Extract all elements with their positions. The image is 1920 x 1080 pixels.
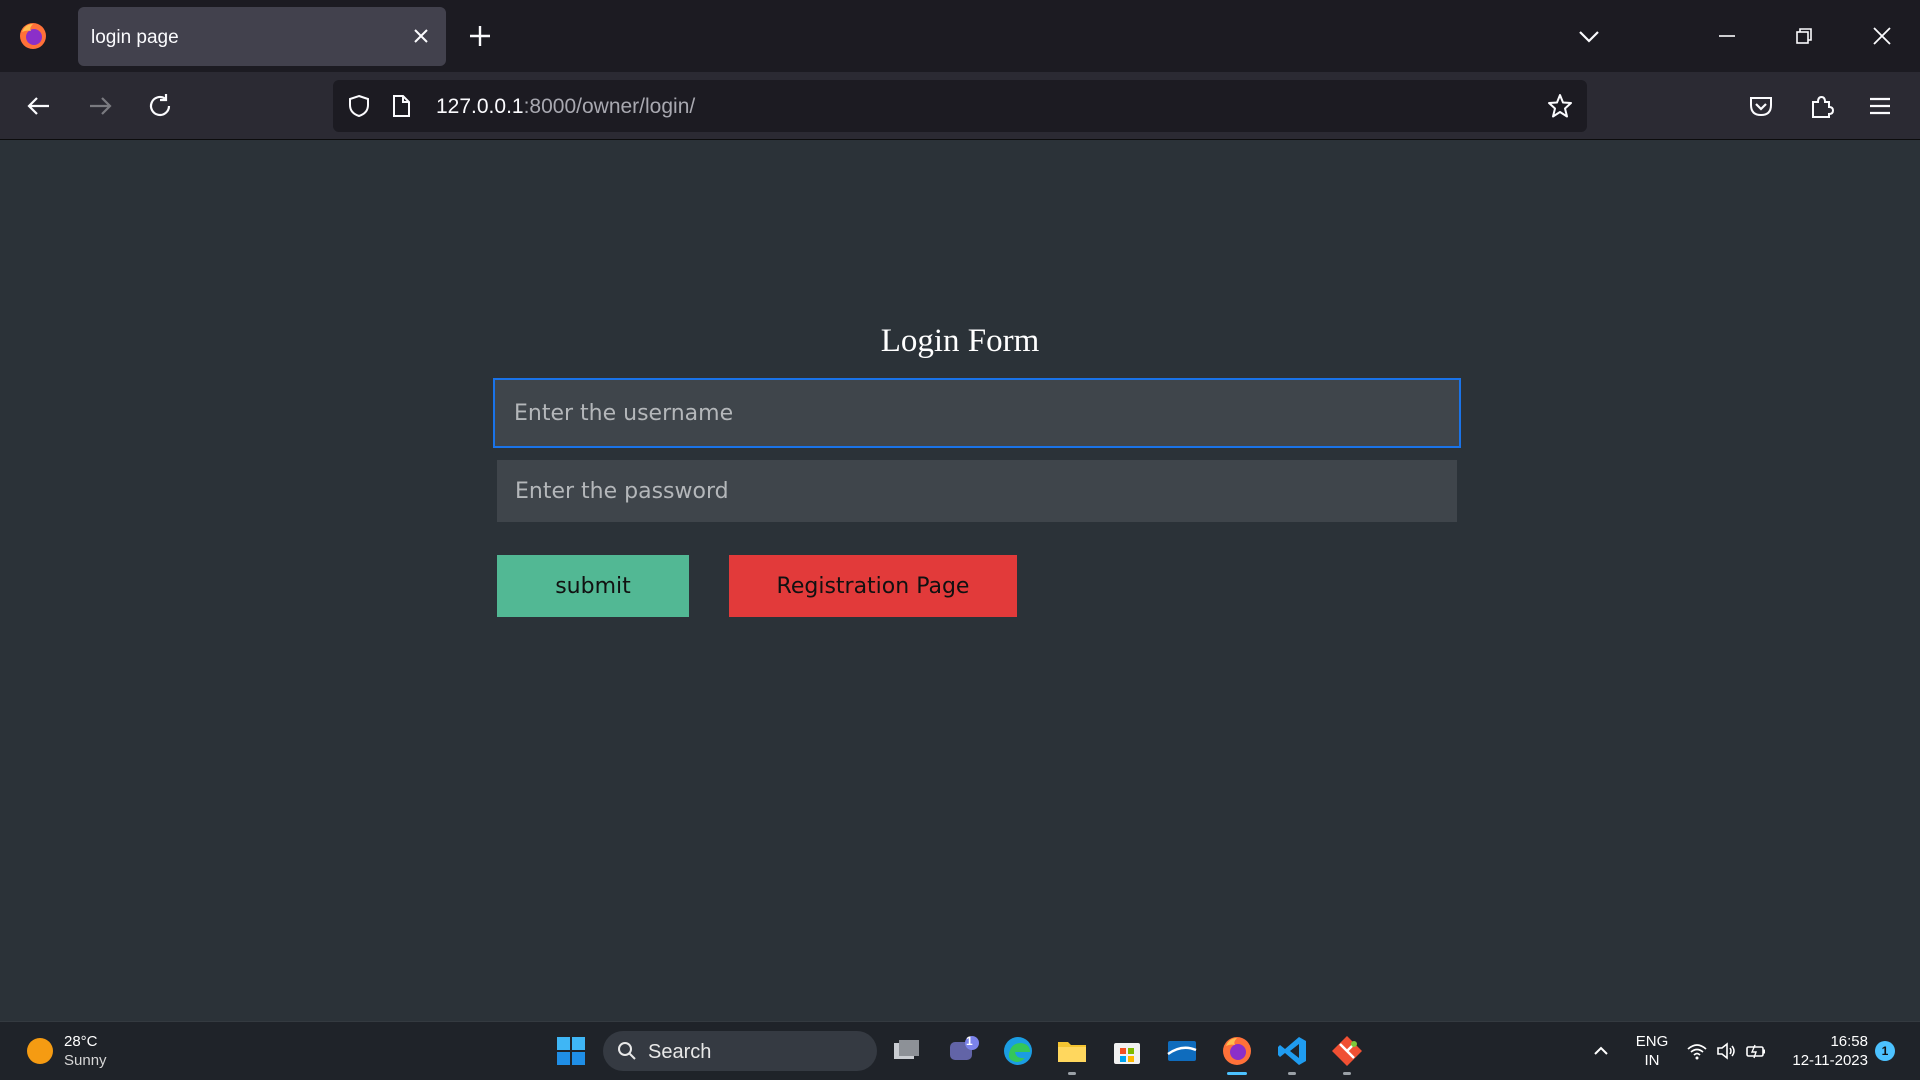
browser-navbar: 127.0.0.1:8000/owner/login/: [0, 72, 1920, 140]
firefox-taskbar-icon[interactable]: [1220, 1034, 1254, 1075]
teams-badge: 1: [966, 1034, 973, 1048]
tab-title: login page: [91, 27, 179, 48]
page-info-icon[interactable]: [389, 93, 413, 119]
system-clock[interactable]: 16:58 12-11-2023: [1780, 1032, 1868, 1070]
wifi-icon[interactable]: [1686, 1040, 1708, 1062]
file-explorer-icon[interactable]: [1055, 1034, 1089, 1075]
running-indicator: [1288, 1072, 1296, 1075]
edge-icon[interactable]: [1001, 1034, 1035, 1068]
git-gui-icon[interactable]: [1330, 1034, 1364, 1075]
show-hidden-icons-chevron-icon[interactable]: [1590, 1040, 1612, 1062]
forward-icon[interactable]: [85, 91, 115, 121]
mail-app-icon[interactable]: [1165, 1034, 1199, 1068]
close-window-icon[interactable]: [1866, 20, 1898, 52]
username-input[interactable]: [493, 378, 1461, 448]
clock-date: 12-11-2023: [1792, 1052, 1868, 1069]
tab-login-page[interactable]: login page: [78, 7, 446, 66]
submit-button[interactable]: submit: [497, 555, 689, 617]
search-label: Search: [648, 1041, 712, 1063]
running-indicator: [1343, 1072, 1351, 1075]
active-indicator: [1227, 1072, 1247, 1075]
taskbar-search[interactable]: Search: [603, 1031, 877, 1071]
running-indicator: [1068, 1072, 1076, 1075]
back-icon[interactable]: [24, 91, 54, 121]
url-path: :8000/owner/login/: [523, 95, 696, 118]
form-title: Login Form: [880, 323, 1040, 359]
new-tab-icon[interactable]: [466, 22, 494, 50]
minimize-icon[interactable]: [1711, 20, 1743, 52]
url-host: 127.0.0.1: [436, 95, 524, 118]
reload-icon[interactable]: [145, 91, 175, 121]
extensions-icon[interactable]: [1806, 91, 1836, 121]
notification-badge[interactable]: 1: [1875, 1041, 1895, 1061]
list-all-tabs-icon[interactable]: [1573, 20, 1605, 52]
registration-page-button[interactable]: Registration Page: [729, 555, 1017, 617]
taskbar: 28°C Sunny Search 1 ENG IN 16:58 12-11-2…: [0, 1021, 1920, 1080]
lang-region: IN: [1644, 1052, 1660, 1069]
search-icon: [618, 1042, 636, 1060]
tracking-protection-shield-icon[interactable]: [346, 93, 372, 119]
browser-titlebar: login page: [0, 0, 1920, 72]
pocket-icon[interactable]: [1746, 91, 1776, 121]
microsoft-store-icon[interactable]: [1110, 1034, 1144, 1068]
volume-icon[interactable]: [1715, 1040, 1737, 1062]
sun-icon[interactable]: [27, 1038, 53, 1064]
restore-icon[interactable]: [1788, 20, 1820, 52]
input-language-indicator[interactable]: ENG IN: [1634, 1032, 1670, 1070]
bookmark-star-icon[interactable]: [1546, 92, 1574, 120]
lang-code: ENG: [1635, 1033, 1669, 1050]
weather-description[interactable]: Sunny: [64, 1052, 107, 1069]
battery-icon[interactable]: [1745, 1040, 1767, 1062]
weather-temperature[interactable]: 28°C: [64, 1033, 98, 1050]
close-tab-icon[interactable]: [408, 23, 434, 49]
url-text[interactable]: 127.0.0.1:8000/owner/login/: [436, 95, 695, 119]
clock-time: 16:58: [1830, 1033, 1868, 1050]
firefox-logo-icon[interactable]: [17, 20, 49, 52]
password-input[interactable]: [497, 460, 1457, 522]
task-view-icon[interactable]: [890, 1034, 924, 1068]
windows-start-icon[interactable]: [556, 1036, 586, 1066]
teams-chat-icon[interactable]: 1: [946, 1034, 980, 1068]
page-content: Login Form submit Registration Page: [0, 141, 1920, 1021]
url-bar[interactable]: 127.0.0.1:8000/owner/login/: [333, 80, 1587, 132]
vscode-icon[interactable]: [1275, 1034, 1309, 1075]
menu-icon[interactable]: [1865, 91, 1895, 121]
